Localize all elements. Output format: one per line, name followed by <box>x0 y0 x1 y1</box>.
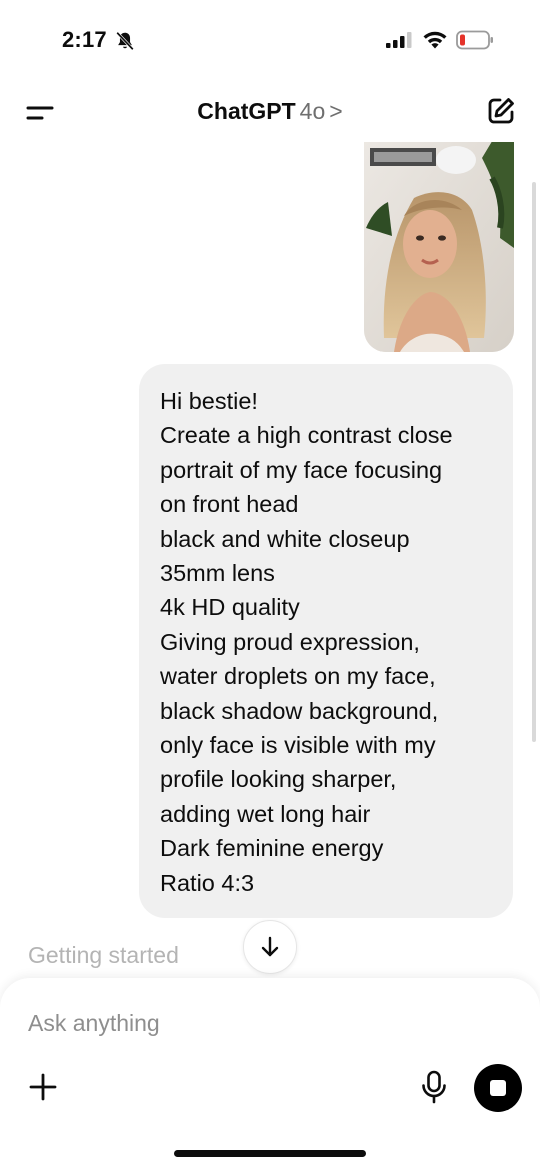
wifi-icon <box>423 31 447 49</box>
message-line: Hi bestie! <box>160 388 258 414</box>
composer <box>0 978 540 1170</box>
status-bar: 2:17 <box>0 0 540 80</box>
home-indicator <box>174 1150 366 1157</box>
model-selector[interactable]: ChatGPT 4o > <box>0 98 540 125</box>
scrollbar[interactable] <box>532 182 536 742</box>
message-line: adding wet long hair <box>160 800 371 827</box>
message-line: black shadow background, <box>160 697 439 724</box>
microphone-icon[interactable] <box>420 1070 448 1104</box>
chevron-right-icon: > <box>329 98 343 124</box>
message-line: Dark feminine energy <box>160 835 384 862</box>
scroll-to-bottom-button[interactable] <box>243 920 297 974</box>
new-chat-icon[interactable] <box>486 96 516 126</box>
arrow-down-icon <box>261 936 279 957</box>
bell-slash-icon <box>116 31 134 51</box>
message-line: Ratio 4:3 <box>160 869 255 896</box>
message-line: portrait of my face focusing <box>160 456 443 483</box>
message-line: 35mm lens <box>160 560 275 587</box>
battery-icon <box>456 30 493 50</box>
assistant-status-text: Getting started <box>28 942 179 968</box>
message-line: Create a high contrast close <box>160 422 453 449</box>
signal-icon <box>386 32 412 48</box>
stop-icon <box>490 1080 506 1096</box>
status-time: 2:17 <box>62 27 107 52</box>
user-message-bubble[interactable]: Hi bestie! Create a high contrast close … <box>139 364 513 919</box>
chat-area[interactable]: Hi bestie! Create a high contrast close … <box>0 142 540 982</box>
model-name: 4o <box>299 98 326 124</box>
message-line: on front head <box>160 491 299 518</box>
user-photo[interactable] <box>364 142 514 352</box>
ask-input[interactable] <box>28 1006 508 1040</box>
message-line: only face is visible with my <box>160 732 436 759</box>
message-line: black and white closeup <box>160 525 410 552</box>
message-line: water droplets on my face, <box>160 663 436 690</box>
message-line: 4k HD quality <box>160 594 300 621</box>
plus-icon[interactable] <box>28 1072 58 1102</box>
message-line: profile looking sharper, <box>160 766 397 793</box>
app-title: ChatGPT <box>197 98 296 124</box>
stop-button[interactable] <box>474 1064 522 1112</box>
message-line: Giving proud expression, <box>160 628 420 655</box>
chat-header: ChatGPT 4o > <box>0 80 540 142</box>
